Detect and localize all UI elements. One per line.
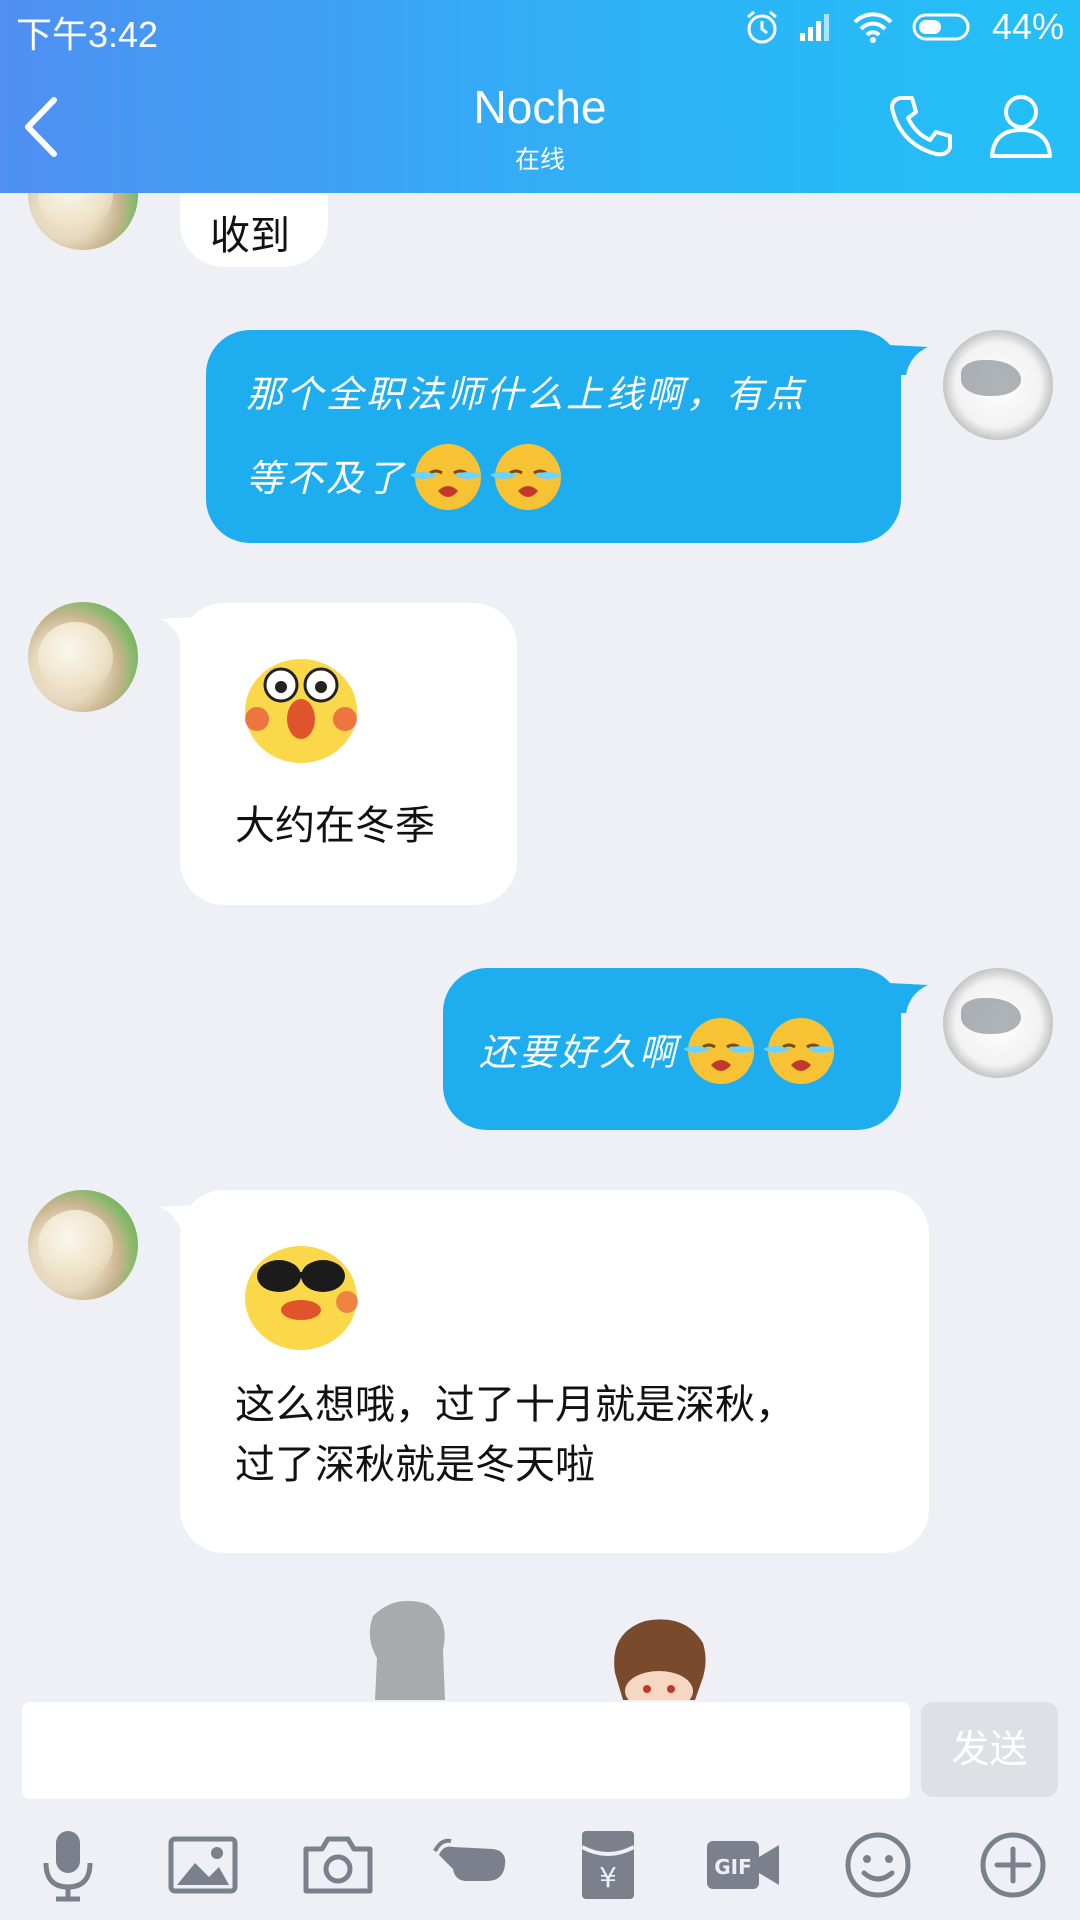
anime-character-sticker — [614, 1619, 706, 1700]
crying-emoji-icon — [490, 444, 562, 510]
emoji-icon[interactable] — [838, 1825, 918, 1905]
svg-text:¥: ¥ — [599, 1861, 617, 1894]
message-text-line-2: 等不及了 — [246, 430, 901, 520]
message-bubble-sent[interactable]: 那个全职法师什么上线啊，有点 等不及了 — [206, 330, 901, 543]
mic-icon[interactable] — [28, 1825, 108, 1905]
status-icons: 44% — [744, 6, 1064, 48]
red-packet-icon[interactable]: ¥ — [568, 1825, 648, 1905]
message-bubble-received[interactable]: 大约在冬季 — [180, 603, 517, 905]
message-text-line: 那个全职法师什么上线啊，有点 — [246, 373, 806, 416]
message-text-line: 这么想哦，过了十月就是深秋， — [235, 1382, 795, 1428]
svg-text:GIF: GIF — [714, 1855, 752, 1879]
gray-character-silhouette — [369, 1600, 445, 1700]
message-bubble-received[interactable]: 这么想哦，过了十月就是深秋， 过了深秋就是冬天啦 — [180, 1190, 929, 1553]
input-bar: 发送 ¥ GIF — [0, 1700, 1080, 1920]
my-avatar[interactable] — [943, 330, 1053, 440]
duck-sticker-image[interactable] — [235, 633, 367, 765]
profile-button[interactable] — [986, 90, 1056, 160]
battery-icon — [912, 13, 970, 41]
gif-icon[interactable]: GIF — [703, 1825, 783, 1905]
my-avatar[interactable] — [943, 968, 1053, 1078]
image-icon[interactable] — [163, 1825, 243, 1905]
contact-avatar[interactable] — [28, 193, 138, 250]
message-input[interactable] — [22, 1702, 910, 1799]
alarm-icon — [746, 10, 777, 44]
message-text: 还要好久啊 — [479, 1031, 679, 1074]
contact-avatar[interactable] — [28, 1190, 138, 1300]
signal-icon — [799, 14, 829, 41]
crying-emoji-icon — [763, 1018, 835, 1084]
message-bubble-received[interactable]: 收到 — [180, 193, 328, 267]
battery-level: 44% — [991, 6, 1064, 47]
plus-icon[interactable] — [973, 1825, 1053, 1905]
message-text: 大约在冬季 — [235, 803, 435, 849]
crying-emoji-icon — [410, 444, 482, 510]
toolbar: ¥ GIF — [0, 1825, 1080, 1915]
message-text: 等不及了 — [246, 457, 406, 500]
send-button[interactable]: 发送 — [921, 1702, 1058, 1797]
poke-icon[interactable] — [433, 1825, 513, 1905]
status-bar: 下午3:42 44% — [0, 0, 1080, 58]
phone-call-button[interactable] — [886, 92, 954, 160]
message-bubble-sent[interactable]: 还要好久啊 — [443, 968, 901, 1130]
contact-avatar[interactable] — [28, 602, 138, 712]
message-text-line: 过了深秋就是冬天啦 — [235, 1442, 595, 1488]
duck-sunglasses-sticker-image[interactable] — [235, 1220, 367, 1352]
wifi-icon — [853, 12, 893, 43]
camera-icon[interactable] — [298, 1825, 378, 1905]
message-list[interactable]: 收到 那个全职法师什么上线啊，有点 等不及了 大约在冬季 还要好久啊 这么想哦，… — [0, 193, 1080, 1700]
message-text: 这么想哦，过了十月就是深秋， 过了深秋就是冬天啦 — [235, 1375, 795, 1495]
message-text: 收到 — [210, 213, 290, 259]
crying-emoji-icon — [683, 1018, 755, 1084]
status-time: 下午3:42 — [16, 14, 159, 55]
chat-header: 下午3:42 44% Noche 在线 — [0, 0, 1080, 193]
